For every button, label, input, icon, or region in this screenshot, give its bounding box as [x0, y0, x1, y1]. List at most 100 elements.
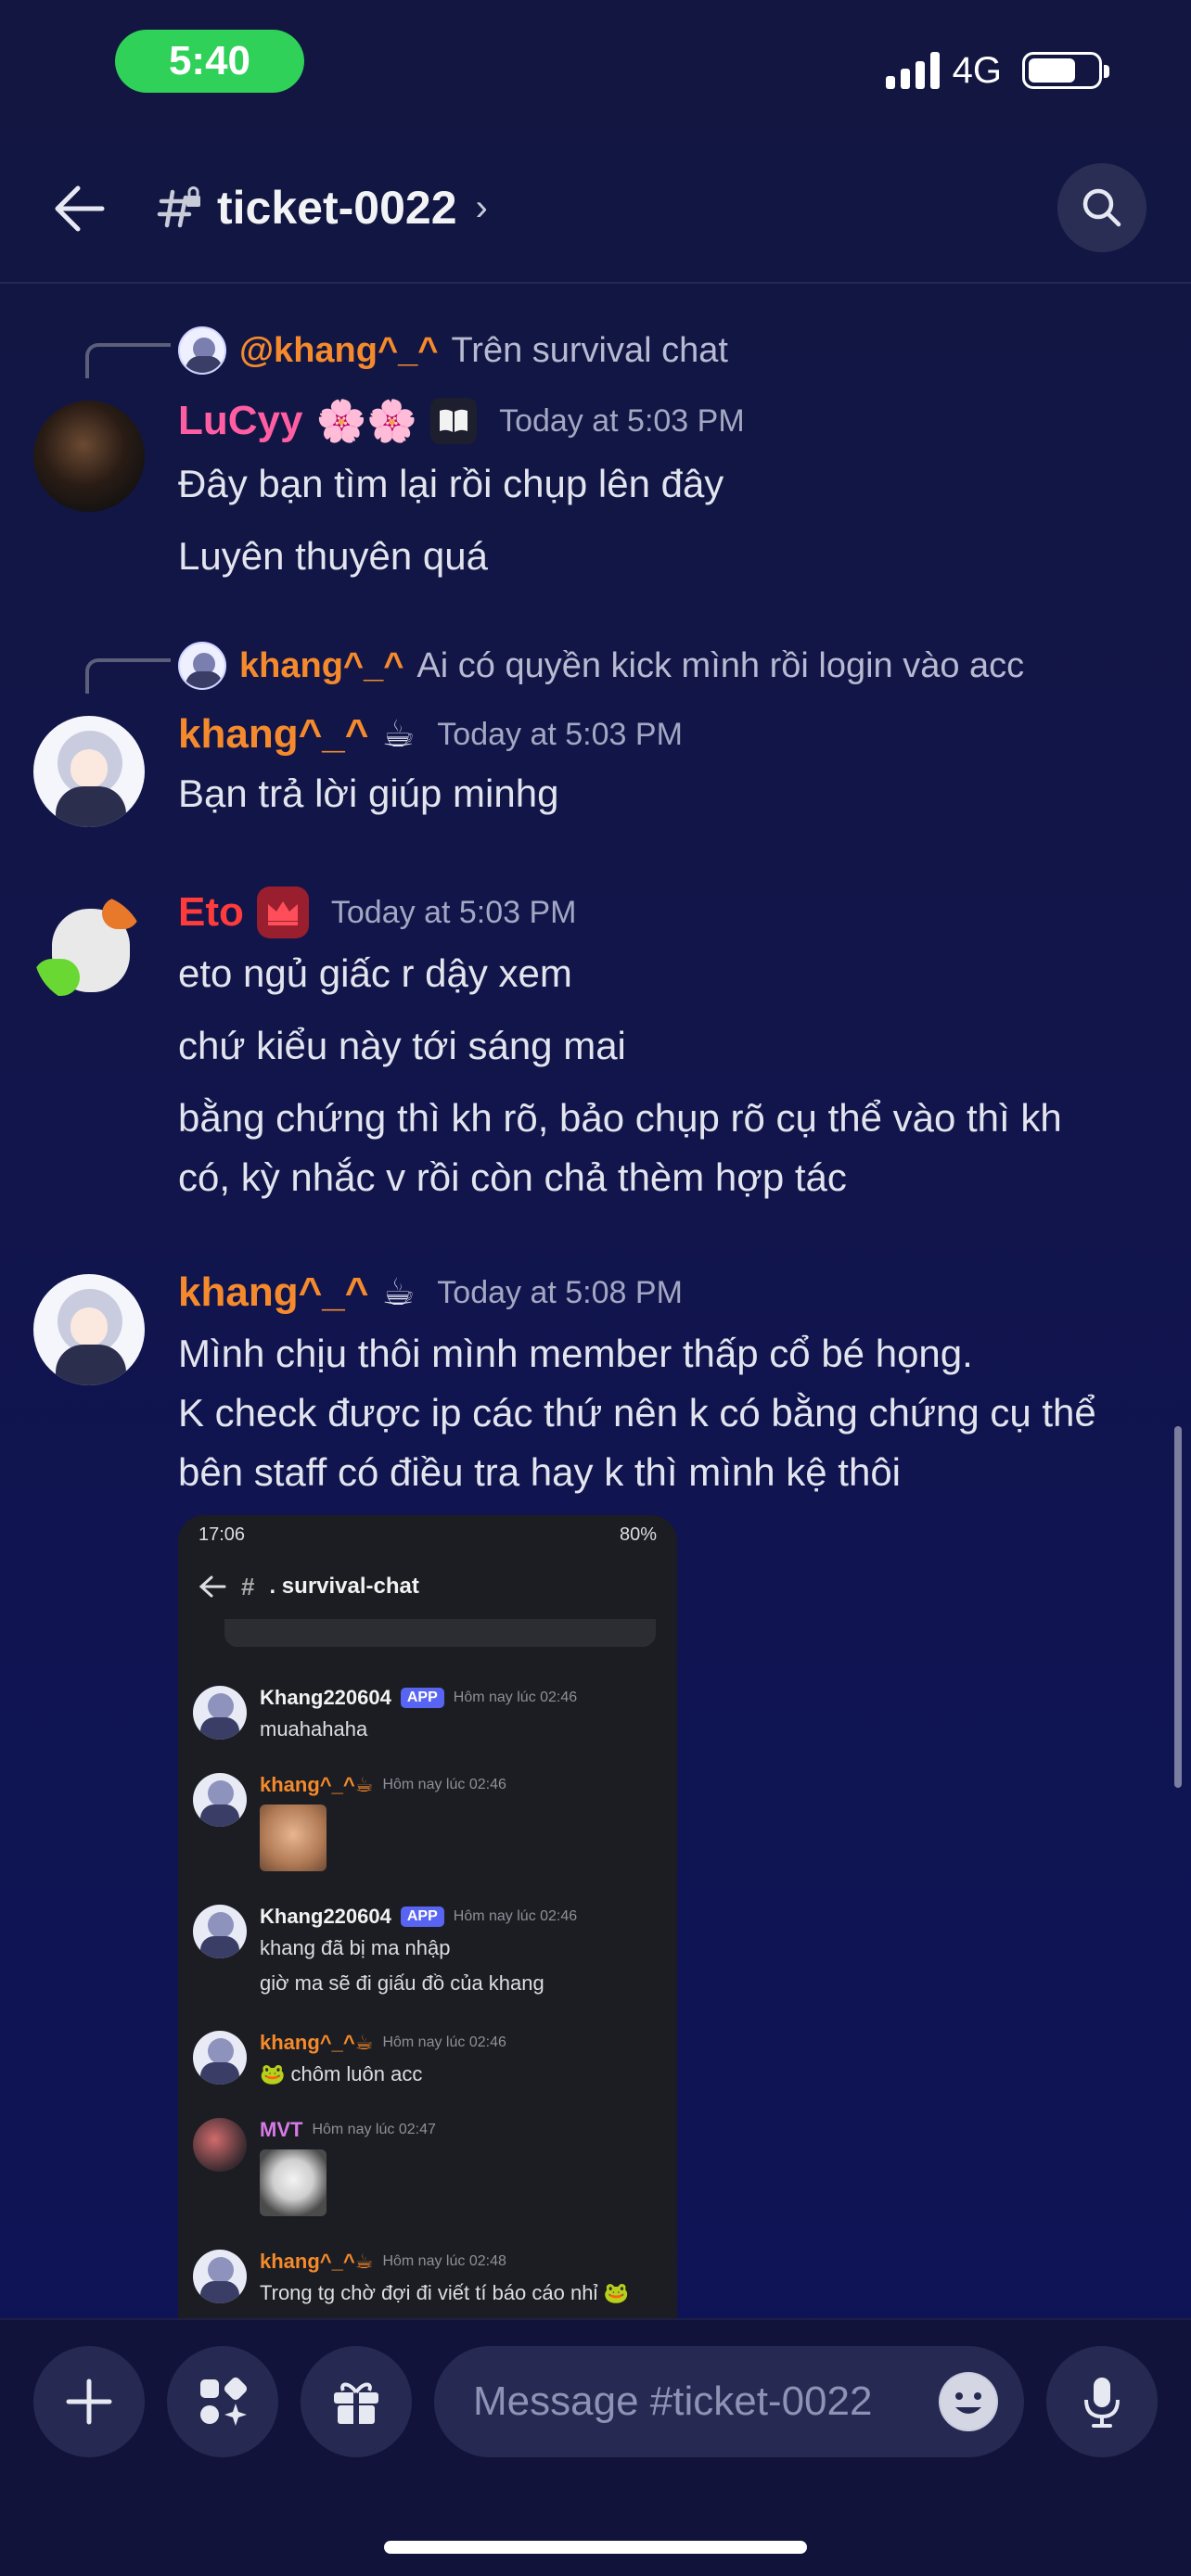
gift-icon	[334, 2382, 378, 2424]
timestamp: Hôm nay lúc 02:46	[382, 2034, 506, 2050]
reply-text: Trên survival chat	[451, 330, 728, 370]
message-header: khang^_^ ☕ Today at 5:08 PM	[178, 1263, 683, 1322]
avatar[interactable]	[33, 401, 145, 512]
message-text: Bạn trả lời giúp minhg	[178, 772, 559, 815]
message-header: khang^_^☕ Hôm nay lúc 02:46	[260, 2031, 506, 2055]
avatar	[193, 2118, 247, 2172]
gift-button[interactable]	[301, 2346, 412, 2457]
attachment-battery: 80%	[619, 1524, 657, 1545]
message-input[interactable]	[473, 2378, 909, 2425]
scrollbar[interactable]	[1174, 1426, 1182, 1788]
message-text: bằng chứng thì kh rõ, bảo chụp rõ cụ thể…	[178, 1096, 1062, 1140]
attachment-channel: . survival-chat	[269, 1574, 419, 1599]
timestamp: Hôm nay lúc 02:46	[453, 1690, 578, 1705]
hashtag-lock-icon	[157, 186, 200, 228]
arrow-left-icon	[198, 1575, 226, 1598]
book-icon	[430, 398, 478, 444]
microphone-icon	[1084, 2378, 1120, 2428]
message-card	[224, 1619, 656, 1647]
image-attachment[interactable]: 17:06 80% # . survival-chat Khang220604 …	[178, 1515, 677, 2318]
app-badge: APP	[400, 1906, 444, 1927]
reply-connector	[85, 658, 171, 694]
hashtag-icon: #	[241, 1572, 255, 1600]
message-header: khang^_^☕ Hôm nay lúc 02:48	[260, 2250, 506, 2274]
reply-username: khang^_^	[239, 645, 404, 685]
reply-preview[interactable]: @khang^_^ Trên survival chat	[178, 325, 728, 376]
back-button[interactable]	[46, 176, 111, 241]
timestamp: Today at 5:03 PM	[437, 716, 683, 752]
smiley-icon	[941, 2374, 996, 2429]
arrow-left-icon	[55, 185, 105, 232]
username[interactable]: khang^_^	[178, 711, 368, 758]
status-time: 5:40	[115, 30, 304, 93]
timestamp: Hôm nay lúc 02:46	[382, 1777, 506, 1792]
username[interactable]: LuCyy	[178, 398, 302, 444]
message-text: K check được ip các thứ nên k có bằng ch…	[178, 1391, 1096, 1435]
plus-icon	[66, 2378, 112, 2425]
battery-icon	[1022, 52, 1109, 89]
reply-preview[interactable]: khang^_^ Ai có quyền kick mình rồi login…	[178, 640, 1024, 692]
reply-username: @khang^_^	[239, 330, 439, 370]
message-composer	[0, 2318, 1191, 2576]
username-emoji: 🌸🌸	[315, 399, 418, 444]
network-label: 4G	[952, 49, 1002, 91]
app-badge: APP	[400, 1688, 444, 1708]
message-text: Đây bạn tìm lại rồi chụp lên đây	[178, 462, 724, 505]
timestamp: Today at 5:03 PM	[499, 402, 745, 439]
message-header: khang^_^ ☕ Today at 5:03 PM	[178, 705, 683, 764]
reply-connector	[85, 343, 171, 378]
avatar[interactable]	[33, 716, 145, 827]
add-attachment-button[interactable]	[33, 2346, 145, 2457]
message-text: chứ kiểu này tới sáng mai	[178, 1024, 626, 1067]
search-button[interactable]	[1057, 163, 1146, 252]
message-text: eto ngủ giấc r dậy xem	[178, 951, 572, 995]
message-text: Luyên thuyên quá	[178, 534, 488, 578]
message-header: MVT Hôm nay lúc 02:47	[260, 2118, 436, 2142]
avatar	[193, 1905, 247, 1958]
emoji-button[interactable]	[939, 2372, 998, 2431]
username[interactable]: Eto	[178, 889, 244, 936]
message-text: muahahaha	[260, 1717, 368, 1741]
message-header: Khang220604 APP Hôm nay lúc 02:46	[260, 1905, 577, 1929]
apps-button[interactable]	[167, 2346, 278, 2457]
username: khang^_^☕	[260, 2250, 374, 2273]
timestamp: Today at 5:03 PM	[330, 894, 577, 930]
username: MVT	[260, 2118, 303, 2141]
channel-title[interactable]: ticket-0022 ›	[156, 174, 488, 241]
timestamp: Hôm nay lúc 02:48	[382, 2253, 506, 2269]
attachment-time: 17:06	[198, 1524, 246, 1545]
message-input-wrap[interactable]	[434, 2346, 1024, 2457]
avatar[interactable]	[33, 894, 145, 1005]
status-bar: 5:40 4G	[0, 0, 1191, 130]
message-header: khang^_^☕ Hôm nay lúc 02:46	[260, 1773, 506, 1797]
username[interactable]: khang^_^	[178, 1269, 368, 1316]
avatar	[178, 642, 226, 690]
message-text: 🐸 chôm luôn acc	[260, 2062, 423, 2085]
message-text: Trong tg chờ đợi đi viết tí báo cáo nhỉ …	[260, 2281, 629, 2304]
cat-photo	[260, 1804, 327, 1871]
signal-icon	[885, 52, 940, 89]
home-indicator[interactable]	[384, 2541, 807, 2554]
search-icon	[1082, 188, 1121, 227]
message-text: Mình chịu thôi mình member thấp cổ bé họ…	[178, 1332, 973, 1375]
avatar	[178, 326, 226, 375]
message-header: LuCyy 🌸🌸 Today at 5:03 PM	[178, 391, 745, 451]
channel-header: ticket-0022 ›	[0, 130, 1191, 284]
message-list[interactable]: @khang^_^ Trên survival chat LuCyy 🌸🌸 To…	[0, 286, 1191, 2318]
avatar[interactable]	[33, 1274, 145, 1385]
crown-icon	[256, 886, 309, 938]
message-text: bên staff có điều tra hay k thì mình kệ …	[178, 1450, 902, 1494]
voice-message-button[interactable]	[1046, 2346, 1158, 2457]
message-text: giờ ma sẽ đi giấu đồ của khang	[260, 1971, 544, 1995]
username: Khang220604	[260, 1905, 391, 1928]
coffee-icon: ☕	[381, 714, 416, 755]
message-text: khang đã bị ma nhập	[260, 1936, 451, 1959]
status-icons: 4G	[885, 45, 1109, 96]
attachment-header: # . survival-chat	[178, 1554, 677, 1619]
avatar	[193, 2250, 247, 2303]
avatar	[193, 2031, 247, 2085]
apps-icon	[200, 2377, 248, 2426]
reply-text: Ai có quyền kick mình rồi login vào acc	[416, 645, 1025, 685]
dog-photo	[260, 2149, 327, 2216]
message-text: có, kỳ nhắc v rồi còn chả thèm hợp tác	[178, 1155, 847, 1199]
